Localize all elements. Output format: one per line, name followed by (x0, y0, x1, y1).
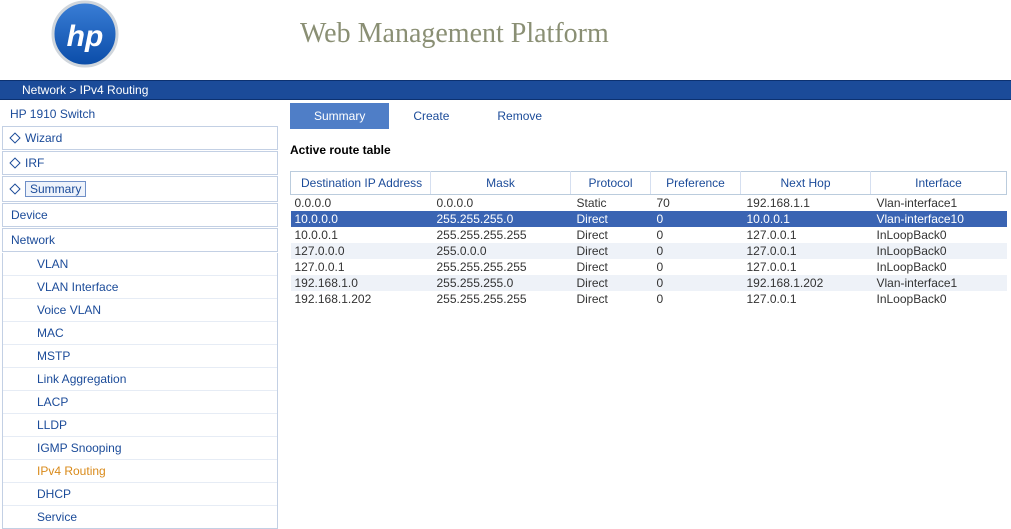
sidebar-item-igmp-snooping[interactable]: IGMP Snooping (3, 437, 277, 460)
cell-pref: 0 (651, 243, 741, 259)
cell-pref: 0 (651, 211, 741, 227)
table-header-row: Destination IP Address Mask Protocol Pre… (291, 172, 1007, 195)
table-row[interactable]: 127.0.0.0255.0.0.0Direct0127.0.0.1InLoop… (291, 243, 1007, 259)
cell-iface: Vlan-interface1 (871, 195, 1007, 212)
cell-pref: 0 (651, 259, 741, 275)
diamond-icon (9, 183, 20, 194)
table-row[interactable]: 127.0.0.1255.255.255.255Direct0127.0.0.1… (291, 259, 1007, 275)
tabs: Summary Create Remove (290, 103, 1007, 129)
sidebar-item-label: Summary (25, 181, 86, 197)
tab-remove[interactable]: Remove (473, 103, 566, 129)
sidebar-item-wizard[interactable]: Wizard (2, 126, 278, 150)
sidebar-item-service[interactable]: Service (3, 506, 277, 528)
sidebar: HP 1910 Switch Wizard IRF Summary Device… (0, 100, 280, 529)
cell-mask: 0.0.0.0 (431, 195, 571, 212)
cell-hop: 10.0.0.1 (741, 211, 871, 227)
cell-proto: Direct (571, 259, 651, 275)
cell-dest: 192.168.1.202 (291, 291, 431, 307)
th-mask[interactable]: Mask (431, 172, 571, 195)
svg-text:hp: hp (67, 20, 104, 53)
sidebar-item-lldp[interactable]: LLDP (3, 414, 277, 437)
page-title: Web Management Platform (300, 18, 609, 50)
sidebar-item-label: Wizard (25, 131, 62, 145)
sidebar-item-vlan[interactable]: VLAN (3, 253, 277, 276)
route-table: Destination IP Address Mask Protocol Pre… (290, 171, 1007, 307)
cell-proto: Direct (571, 227, 651, 243)
tab-summary[interactable]: Summary (290, 103, 389, 129)
hp-logo: hp (30, 0, 140, 83)
cell-iface: Vlan-interface1 (871, 275, 1007, 291)
sidebar-item-vlan-interface[interactable]: VLAN Interface (3, 276, 277, 299)
main-content: Summary Create Remove Active route table… (280, 100, 1011, 529)
cell-hop: 127.0.0.1 (741, 291, 871, 307)
cell-hop: 192.168.1.202 (741, 275, 871, 291)
tab-create[interactable]: Create (389, 103, 473, 129)
cell-mask: 255.255.255.255 (431, 291, 571, 307)
sidebar-item-dhcp[interactable]: DHCP (3, 483, 277, 506)
sidebar-item-irf[interactable]: IRF (2, 151, 278, 175)
cell-iface: InLoopBack0 (871, 243, 1007, 259)
th-preference[interactable]: Preference (651, 172, 741, 195)
cell-pref: 0 (651, 227, 741, 243)
cell-iface: InLoopBack0 (871, 291, 1007, 307)
cell-mask: 255.0.0.0 (431, 243, 571, 259)
cell-dest: 127.0.0.1 (291, 259, 431, 275)
cell-dest: 127.0.0.0 (291, 243, 431, 259)
table-row[interactable]: 10.0.0.0255.255.255.0Direct010.0.0.1Vlan… (291, 211, 1007, 227)
cell-mask: 255.255.255.0 (431, 211, 571, 227)
sidebar-item-mac[interactable]: MAC (3, 322, 277, 345)
cell-proto: Direct (571, 211, 651, 227)
sidebar-item-voice-vlan[interactable]: Voice VLAN (3, 299, 277, 322)
cell-hop: 127.0.0.1 (741, 227, 871, 243)
breadcrumb: Network > IPv4 Routing (0, 80, 1011, 100)
cell-proto: Static (571, 195, 651, 212)
cell-proto: Direct (571, 243, 651, 259)
cell-iface: InLoopBack0 (871, 227, 1007, 243)
cell-mask: 255.255.255.0 (431, 275, 571, 291)
cell-dest: 10.0.0.1 (291, 227, 431, 243)
sidebar-item-label: IRF (25, 156, 44, 170)
sidebar-network-submenu: VLAN VLAN Interface Voice VLAN MAC MSTP … (2, 253, 278, 529)
cell-dest: 0.0.0.0 (291, 195, 431, 212)
diamond-icon (9, 132, 20, 143)
sidebar-section-network[interactable]: Network (2, 228, 278, 252)
cell-pref: 0 (651, 291, 741, 307)
cell-hop: 127.0.0.1 (741, 243, 871, 259)
cell-mask: 255.255.255.255 (431, 259, 571, 275)
cell-iface: Vlan-interface10 (871, 211, 1007, 227)
cell-mask: 255.255.255.255 (431, 227, 571, 243)
table-row[interactable]: 192.168.1.202255.255.255.255Direct0127.0… (291, 291, 1007, 307)
cell-proto: Direct (571, 291, 651, 307)
th-interface[interactable]: Interface (871, 172, 1007, 195)
diamond-icon (9, 157, 20, 168)
th-protocol[interactable]: Protocol (571, 172, 651, 195)
sidebar-item-ipv4-routing[interactable]: IPv4 Routing (3, 460, 277, 483)
cell-dest: 10.0.0.0 (291, 211, 431, 227)
top-header: hp Web Management Platform (0, 0, 1011, 80)
th-next-hop[interactable]: Next Hop (741, 172, 871, 195)
cell-hop: 127.0.0.1 (741, 259, 871, 275)
cell-iface: InLoopBack0 (871, 259, 1007, 275)
sidebar-item-lacp[interactable]: LACP (3, 391, 277, 414)
cell-dest: 192.168.1.0 (291, 275, 431, 291)
table-row[interactable]: 10.0.0.1255.255.255.255Direct0127.0.0.1I… (291, 227, 1007, 243)
sidebar-item-link-aggregation[interactable]: Link Aggregation (3, 368, 277, 391)
cell-pref: 70 (651, 195, 741, 212)
sidebar-item-summary[interactable]: Summary (2, 176, 278, 202)
cell-pref: 0 (651, 275, 741, 291)
table-row[interactable]: 0.0.0.00.0.0.0Static70192.168.1.1Vlan-in… (291, 195, 1007, 212)
cell-proto: Direct (571, 275, 651, 291)
section-title: Active route table (290, 143, 1007, 157)
sidebar-item-mstp[interactable]: MSTP (3, 345, 277, 368)
cell-hop: 192.168.1.1 (741, 195, 871, 212)
table-row[interactable]: 192.168.1.0255.255.255.0Direct0192.168.1… (291, 275, 1007, 291)
sidebar-device-title: HP 1910 Switch (2, 103, 278, 125)
sidebar-section-device[interactable]: Device (2, 203, 278, 227)
th-destination[interactable]: Destination IP Address (291, 172, 431, 195)
